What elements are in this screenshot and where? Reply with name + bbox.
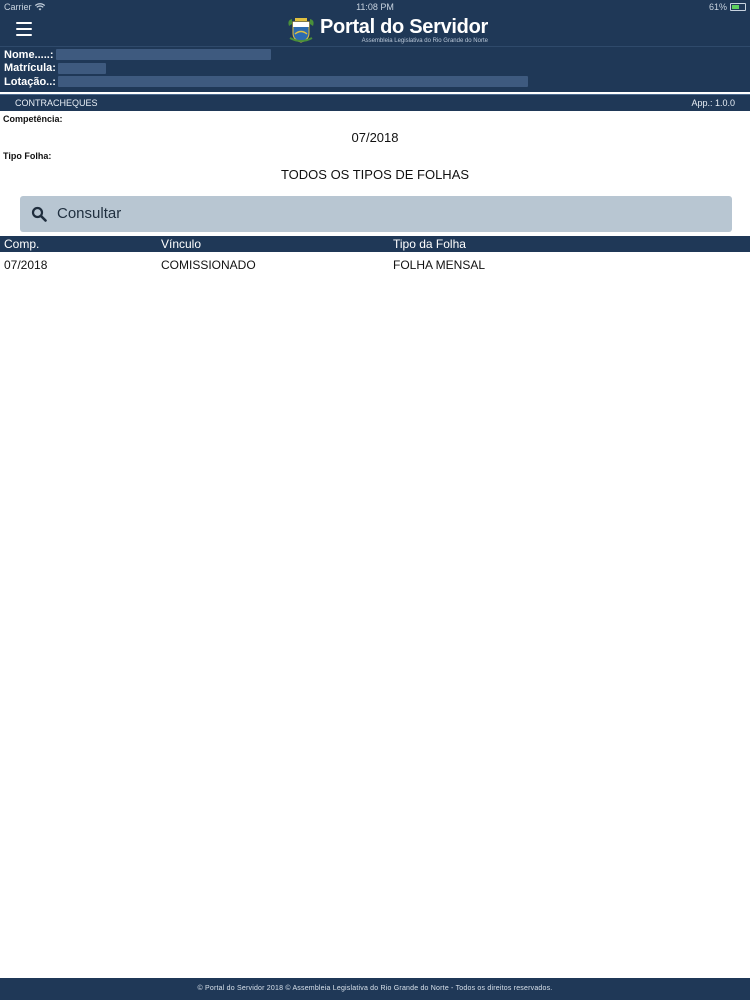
top-area: Carrier 11:08 PM 61% Portal do Servidor …	[0, 0, 750, 46]
consultar-button[interactable]: Consultar	[20, 195, 732, 232]
coat-of-arms-logo-icon	[288, 18, 314, 43]
table-row[interactable]: 07/2018 COMISSIONADO FOLHA MENSAL	[0, 252, 750, 278]
consultar-label: Consultar	[57, 205, 122, 222]
user-info: Nome.....: Matrícula: Lotação..:	[0, 46, 750, 92]
app-version: App.: 1.0.0	[691, 97, 735, 108]
cell-tipo-folha: FOLHA MENSAL	[393, 257, 486, 272]
status-time: 11:08 PM	[356, 2, 394, 12]
filter-form: Competência: 07/2018 Tipo Folha: TODOS O…	[0, 114, 750, 182]
tipo-folha-select[interactable]: TODOS OS TIPOS DE FOLHAS	[0, 167, 750, 182]
name-label: Nome.....:	[4, 48, 54, 61]
user-name-row: Nome.....:	[4, 48, 750, 62]
competencia-label: Competência:	[3, 113, 63, 124]
battery-level	[732, 5, 740, 9]
app-subtitle: Assembleia Legislativa do Rio Grande do …	[361, 37, 488, 44]
hamburger-menu-icon[interactable]	[16, 22, 32, 36]
registration-label: Matrícula:	[4, 62, 56, 75]
location-label: Lotação..:	[4, 75, 56, 88]
footer: © Portal do Servidor 2018 © Assembleia L…	[0, 978, 750, 1000]
app-title: Portal do Servidor	[320, 15, 488, 38]
results-table: Comp. Vínculo Tipo da Folha 07/2018 COMI…	[0, 235, 750, 278]
header-comp: Comp.	[4, 236, 40, 251]
competencia-select[interactable]: 07/2018	[0, 130, 750, 145]
redacted-location	[57, 76, 528, 88]
user-location-row: Lotação..:	[4, 75, 750, 89]
cell-comp: 07/2018	[4, 257, 48, 272]
brand: Portal do Servidor Assembleia Legislativ…	[286, 14, 488, 46]
battery-icon	[730, 3, 746, 11]
user-registration-row: Matrícula:	[4, 62, 750, 76]
status-bar: Carrier 11:08 PM 61%	[0, 0, 750, 14]
battery-percent: 61%	[708, 2, 727, 12]
redacted-registration	[57, 62, 106, 74]
section-title: CONTRACHEQUES	[15, 97, 98, 108]
header-tipo-folha: Tipo da Folha	[393, 236, 466, 251]
header-vinculo: Vínculo	[161, 236, 202, 251]
table-header: Comp. Vínculo Tipo da Folha	[0, 235, 750, 252]
tipo-folha-label: Tipo Folha:	[3, 150, 52, 161]
search-icon	[31, 206, 47, 222]
cell-vinculo: COMISSIONADO	[161, 257, 256, 272]
battery-info: 61%	[709, 0, 746, 14]
redacted-name	[55, 49, 271, 61]
section-bar: CONTRACHEQUES App.: 1.0.0	[0, 93, 750, 111]
app-header: Portal do Servidor Assembleia Legislativ…	[0, 14, 750, 46]
